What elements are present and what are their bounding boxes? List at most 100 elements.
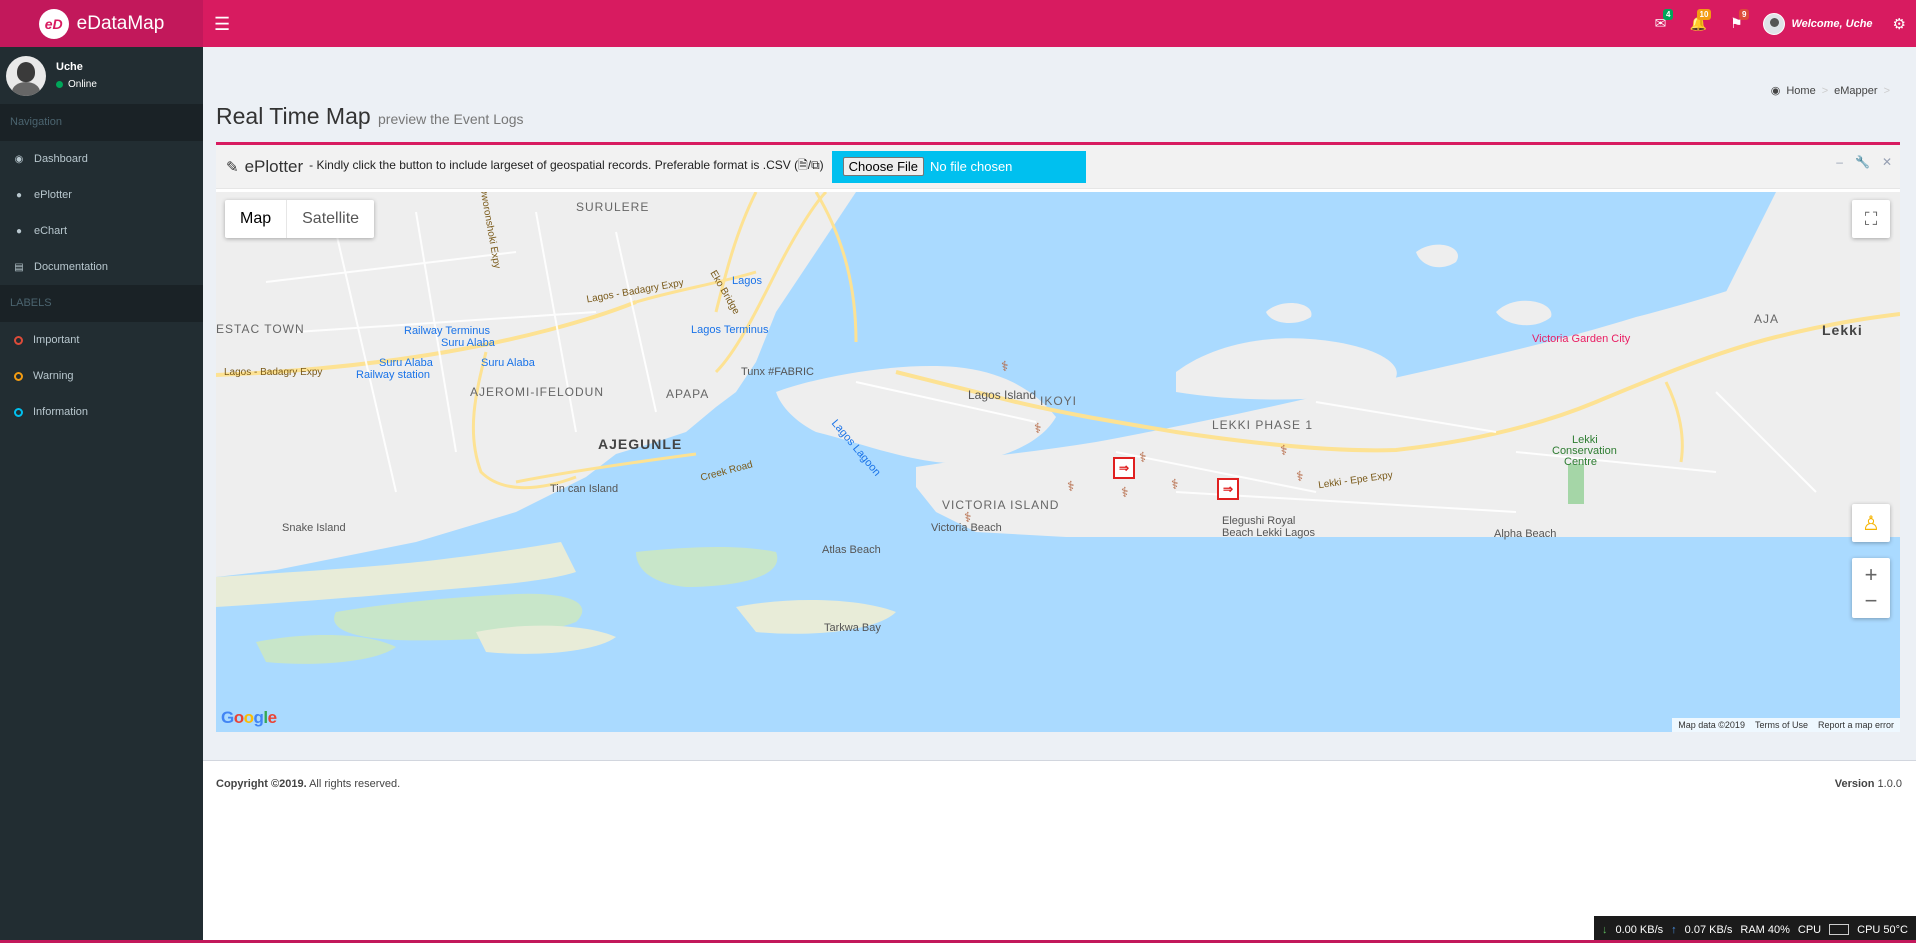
google-logo: Google: [221, 708, 277, 727]
top-navbar: eD eDataMap ☰ ✉ 4 🔔 10 ⚑ 9 Welcome, Uche…: [0, 0, 1916, 47]
box-note-end: ): [819, 158, 824, 172]
event-marker-icon[interactable]: ⇒: [1113, 457, 1135, 479]
copy-icon: ⧉: [811, 158, 820, 172]
brand-logo[interactable]: eD eDataMap: [0, 0, 203, 47]
map-view[interactable]: Map Satellite ⛶ ♙ + − SURULERE ESTAC TOW…: [216, 192, 1900, 732]
sidebar-item-eplotter[interactable]: ● ePlotter: [0, 177, 203, 213]
gears-icon[interactable]: ⚙: [1889, 15, 1916, 33]
zoom-out-button[interactable]: −: [1865, 588, 1878, 614]
sidebar-item-documentation[interactable]: ▤ Documentation: [0, 249, 203, 285]
messages-button[interactable]: ✉ 4: [1641, 0, 1679, 47]
messages-badge: 4: [1662, 9, 1674, 20]
tower-icon[interactable]: ⚕: [1067, 478, 1075, 495]
map-label: Elegushi Royal: [1222, 515, 1296, 527]
breadcrumb-separator: >: [1883, 84, 1890, 97]
tower-icon[interactable]: ⚕: [1001, 358, 1009, 375]
download-arrow-icon: ↓: [1601, 923, 1608, 936]
breadcrumb-home[interactable]: Home: [1786, 85, 1815, 97]
user-status-label: Online: [68, 79, 97, 90]
sidebar: Uche Online Navigation ◉ Dashboard ● ePl…: [0, 47, 203, 943]
version: Version 1.0.0: [1835, 778, 1902, 790]
close-icon[interactable]: ✕: [1882, 155, 1892, 169]
tower-icon[interactable]: ⚕: [1034, 420, 1042, 437]
tasks-button[interactable]: ⚑ 9: [1717, 0, 1755, 47]
map-label: Lagos - Badagry Expy: [224, 367, 323, 378]
map-label: Tarkwa Bay: [824, 622, 881, 634]
pegman-icon[interactable]: ♙: [1852, 504, 1890, 542]
breadcrumb-emapper[interactable]: eMapper: [1834, 85, 1877, 97]
zoom-in-button[interactable]: +: [1865, 562, 1878, 588]
version-label: Version: [1834, 778, 1875, 790]
tower-icon[interactable]: ⚕: [1171, 476, 1179, 493]
map-type-map-button[interactable]: Map: [225, 200, 286, 238]
map-label: AJEROMI-IFELODUN: [470, 385, 605, 399]
box-note-text: - Kindly click the button to include lar…: [309, 158, 799, 172]
map-label: Victoria Garden City: [1532, 333, 1631, 345]
menu-toggle-icon[interactable]: ☰: [214, 14, 230, 35]
fullscreen-icon[interactable]: ⛶: [1852, 200, 1890, 238]
sidebar-label-warning[interactable]: Warning: [0, 358, 203, 394]
wrench-icon[interactable]: 🔧: [1855, 155, 1870, 169]
minimize-icon[interactable]: –: [1836, 155, 1843, 169]
user-menu[interactable]: Welcome, Uche: [1755, 12, 1888, 35]
sidebar-label-information[interactable]: Information: [0, 394, 203, 430]
tower-icon[interactable]: ⚕: [1121, 484, 1129, 501]
sidebar-item-label: eChart: [34, 225, 68, 237]
footer: Copyright ©2019. All rights reserved. Ve…: [203, 760, 1916, 943]
map-label: Snake Island: [282, 522, 346, 534]
breadcrumb-separator: >: [1821, 84, 1829, 97]
download-speed: 0.00 KB/s: [1615, 923, 1664, 936]
tower-icon[interactable]: ⚕: [1280, 442, 1288, 459]
map-label: ESTAC TOWN: [216, 322, 305, 336]
pencil-icon: ✎: [226, 158, 239, 176]
map-type-control: Map Satellite: [225, 200, 375, 238]
notifications-button[interactable]: 🔔 10: [1679, 0, 1717, 47]
map-label: Lekki: [1822, 322, 1863, 338]
nav-header: Navigation: [0, 104, 203, 141]
notifications-badge: 10: [1696, 9, 1712, 20]
sidebar-item-dashboard[interactable]: ◉ Dashboard: [0, 141, 203, 177]
box-title: ePlotter: [244, 156, 304, 176]
map-label: VICTORIA ISLAND: [942, 498, 1060, 512]
version-number: 1.0.0: [1877, 778, 1902, 790]
page-title: Real Time Map: [216, 103, 371, 129]
cpu-graph: [1829, 924, 1850, 935]
avatar: [6, 55, 46, 96]
tower-icon[interactable]: ⚕: [964, 509, 972, 526]
circle-icon: [14, 371, 23, 381]
choose-file-button[interactable]: Choose File: [842, 157, 925, 176]
map-label: AJEGUNLE: [598, 436, 683, 452]
map-marker-icon: ●: [15, 189, 23, 201]
sidebar-item-label: Documentation: [34, 261, 108, 273]
report-error-link[interactable]: Report a map error: [1818, 720, 1894, 730]
terms-link[interactable]: Terms of Use: [1755, 720, 1808, 730]
avatar: [1763, 12, 1786, 35]
sidebar-label-text: Information: [33, 406, 89, 418]
circle-icon: [14, 335, 23, 345]
map-label: Lagos: [732, 275, 762, 287]
map-label: Centre: [1564, 456, 1598, 468]
file-upload[interactable]: Choose File No file chosen: [831, 150, 1086, 183]
sidebar-item-echart[interactable]: ● eChart: [0, 213, 203, 249]
tower-icon[interactable]: ⚕: [1139, 449, 1147, 466]
sidebar-item-label: Dashboard: [34, 153, 88, 165]
eplotter-box: ✎ ePlotter - Kindly click the button to …: [216, 142, 1900, 732]
map-label: Lagos Island: [968, 388, 1037, 402]
event-marker-icon[interactable]: ⇒: [1217, 478, 1239, 500]
copyright-bold: Copyright ©2019.: [216, 778, 307, 790]
map-label: Beach Lekki Lagos: [1222, 527, 1315, 539]
map-label: AJA: [1754, 312, 1780, 326]
map-label: Atlas Beach: [822, 544, 881, 556]
map-label: Alpha Beach: [1494, 528, 1557, 540]
welcome-text: Welcome, Uche: [1791, 17, 1873, 30]
sidebar-label-important[interactable]: Important: [0, 322, 203, 358]
map-label: Suru Alaba: [441, 337, 495, 349]
file-status: No file chosen: [930, 159, 1013, 174]
map-type-satellite-button[interactable]: Satellite: [286, 200, 374, 238]
sidebar-label-text: Warning: [33, 370, 74, 382]
upload-arrow-icon: ↑: [1671, 923, 1677, 936]
system-monitor: ↓ 0.00 KB/s ↑ 0.07 KB/s RAM 40% CPU CPU …: [1593, 916, 1916, 943]
tower-icon[interactable]: ⚕: [1296, 468, 1304, 485]
content-header: Real Time Map preview the Event Logs: [216, 103, 524, 130]
page-subtitle: preview the Event Logs: [378, 111, 524, 127]
